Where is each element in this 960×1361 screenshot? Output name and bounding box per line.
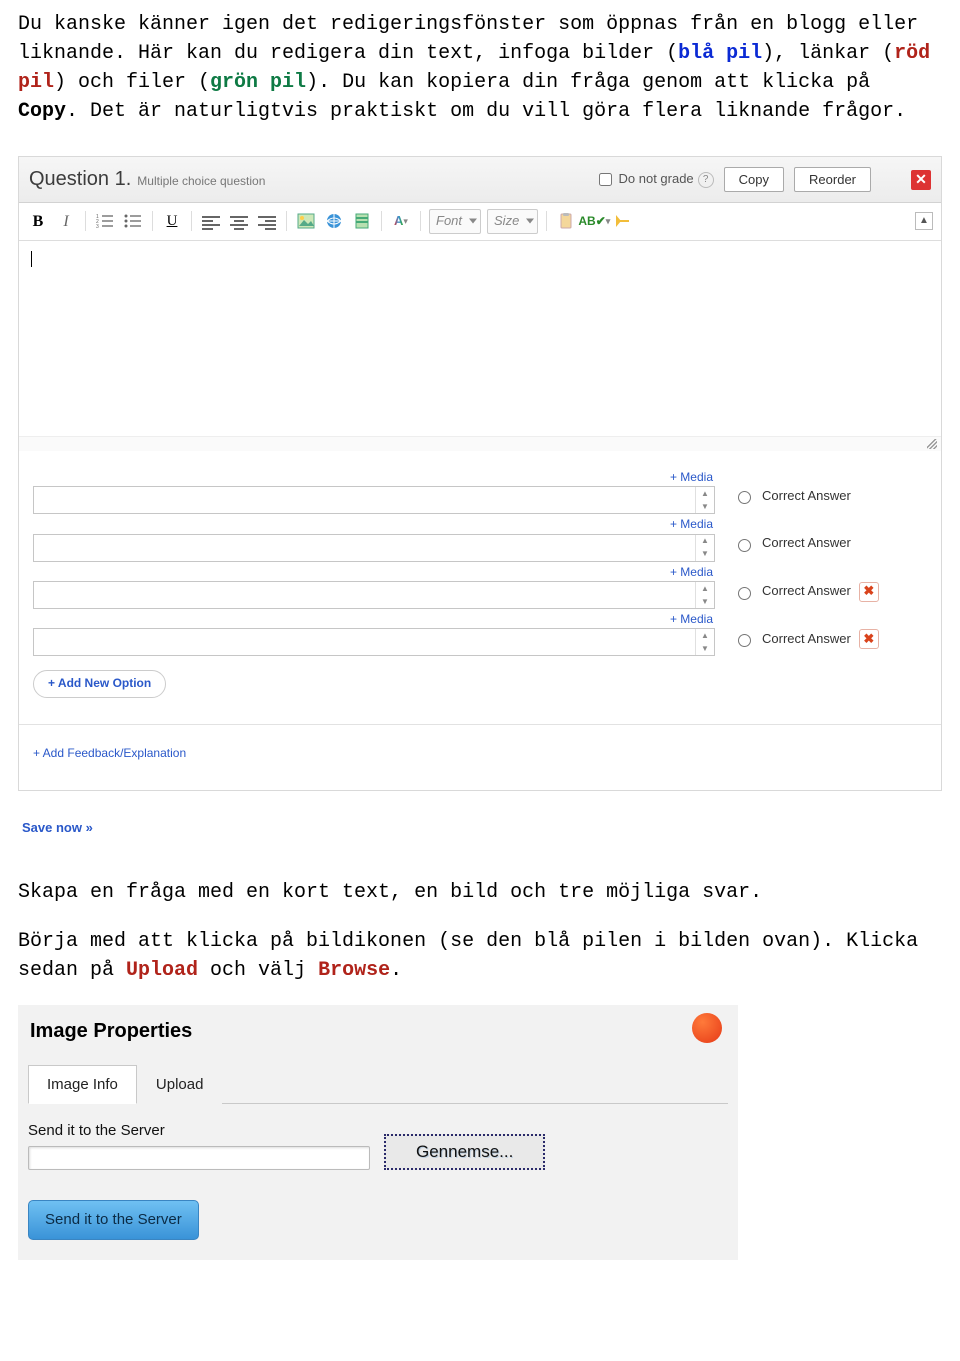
delete-option-button[interactable]: ✖: [859, 582, 879, 602]
link-button[interactable]: [323, 210, 345, 232]
add-media-link[interactable]: + Media: [33, 469, 713, 486]
paragraph-create-question: Skapa en fråga med en kort text, en bild…: [18, 878, 942, 907]
correct-answer-radio[interactable]: [738, 539, 751, 552]
answer-options-zone: + Media ▲▼ Correct Answer + Media ▲▼ Cor…: [19, 451, 941, 790]
image-properties-dialog: Image Properties Image Info Upload Send …: [18, 1005, 738, 1260]
intro-paragraph: Du kanske känner igen det redigeringsfön…: [18, 10, 942, 126]
arrow-down-icon[interactable]: ▼: [696, 595, 714, 608]
size-select-label: Size: [494, 213, 519, 228]
add-media-link[interactable]: + Media: [33, 516, 713, 533]
add-media-link[interactable]: + Media: [33, 564, 713, 581]
arrow-down-icon[interactable]: ▼: [696, 642, 714, 655]
italic-button[interactable]: I: [55, 210, 77, 232]
copy-button[interactable]: Copy: [724, 167, 784, 192]
correct-answer-radio[interactable]: [738, 491, 751, 504]
font-select[interactable]: Font: [429, 209, 481, 234]
editor-textarea[interactable]: [19, 241, 941, 436]
tab-upload[interactable]: Upload: [137, 1065, 223, 1105]
intro-copy-label: Copy: [18, 100, 66, 123]
answer-option-row: + Media ▲▼ Correct Answer: [33, 516, 927, 561]
arrow-up-icon[interactable]: ▲: [696, 535, 714, 548]
question-editor-panel: Question 1. Multiple choice question Do …: [18, 156, 942, 791]
file-button[interactable]: [351, 210, 373, 232]
p3-text-3: .: [390, 959, 402, 982]
spellcheck-button[interactable]: AB✔▾: [583, 210, 605, 232]
question-number: Question 1.: [29, 165, 131, 194]
close-icon[interactable]: ✕: [911, 170, 931, 190]
do-not-grade-input[interactable]: [599, 173, 612, 186]
correct-answer-radio[interactable]: [738, 587, 751, 600]
align-right-button[interactable]: [256, 210, 278, 232]
chevron-down-icon: [469, 219, 477, 224]
answer-input[interactable]: ▲▼: [33, 534, 715, 562]
arrow-down-icon[interactable]: ▼: [696, 548, 714, 561]
send-to-server-button[interactable]: Send it to the Server: [28, 1200, 199, 1240]
text-color-button[interactable]: A▾: [390, 210, 412, 232]
unordered-list-button[interactable]: [122, 210, 144, 232]
do-not-grade-label: Do not grade: [619, 170, 694, 189]
correct-answer-radio[interactable]: [738, 634, 751, 647]
intro-text-4: ). Du kan kopiera din fråga genom att kl…: [306, 71, 870, 94]
align-center-button[interactable]: [228, 210, 250, 232]
paragraph-image-steps: Börja med att klicka på bildikonen (se d…: [18, 927, 942, 985]
intro-blue-arrow-label: blå pil: [678, 42, 762, 65]
arrow-up-icon[interactable]: ▲: [696, 582, 714, 595]
do-not-grade-checkbox[interactable]: Do not grade ?: [595, 170, 714, 189]
add-new-option-button[interactable]: + Add New Option: [33, 670, 166, 697]
tab-image-info[interactable]: Image Info: [28, 1065, 137, 1105]
answer-option-row: + Media ▲▼ Correct Answer ✖: [33, 611, 927, 656]
answer-input[interactable]: ▲▼: [33, 486, 715, 514]
svg-text:3: 3: [96, 224, 99, 229]
correct-answer-label: Correct Answer: [762, 630, 851, 649]
dialog-title: Image Properties: [28, 1011, 728, 1064]
equation-button[interactable]: [611, 210, 633, 232]
intro-text-5: . Det är naturligtvis praktiskt om du vi…: [66, 100, 906, 123]
question-type-label: Multiple choice question: [137, 173, 265, 190]
send-to-server-label: Send it to the Server: [28, 1120, 370, 1142]
editor-resize-handle[interactable]: [19, 436, 941, 451]
feedback-row: + Add Feedback/Explanation: [19, 724, 941, 780]
text-cursor: [31, 251, 32, 267]
bold-button[interactable]: B: [27, 210, 49, 232]
intro-text-2: ), länkar (: [762, 42, 894, 65]
ordered-list-button[interactable]: 123: [94, 210, 116, 232]
p3-text-2: och välj: [198, 959, 318, 982]
correct-answer-label: Correct Answer: [762, 534, 851, 553]
arrow-up-icon[interactable]: ▲: [696, 629, 714, 642]
dialog-close-icon[interactable]: [692, 1013, 722, 1043]
collapse-toolbar-button[interactable]: ▲: [915, 212, 933, 230]
add-media-link[interactable]: + Media: [33, 611, 713, 628]
answer-input[interactable]: ▲▼: [33, 628, 715, 656]
correct-answer-label: Correct Answer: [762, 582, 851, 601]
reorder-button[interactable]: Reorder: [794, 167, 871, 192]
size-select[interactable]: Size: [487, 209, 538, 234]
p3-browse-label: Browse: [318, 959, 390, 982]
p3-upload-label: Upload: [126, 959, 198, 982]
underline-button[interactable]: U: [161, 210, 183, 232]
intro-green-arrow-label: grön pil: [210, 71, 306, 94]
question-title: Question 1. Multiple choice question: [29, 165, 265, 194]
answer-option-row: + Media ▲▼ Correct Answer: [33, 469, 927, 514]
question-header: Question 1. Multiple choice question Do …: [19, 157, 941, 203]
answer-option-row: + Media ▲▼ Correct Answer ✖: [33, 564, 927, 609]
correct-answer-label: Correct Answer: [762, 487, 851, 506]
add-feedback-link[interactable]: + Add Feedback/Explanation: [33, 746, 186, 760]
align-left-button[interactable]: [200, 210, 222, 232]
answer-input[interactable]: ▲▼: [33, 581, 715, 609]
arrow-up-icon[interactable]: ▲: [696, 487, 714, 500]
image-button[interactable]: [295, 210, 317, 232]
chevron-down-icon: [526, 219, 534, 224]
help-icon[interactable]: ?: [698, 172, 714, 188]
delete-option-button[interactable]: ✖: [859, 629, 879, 649]
dialog-tabs: Image Info Upload: [28, 1064, 728, 1105]
save-now-link[interactable]: Save now »: [22, 819, 938, 838]
arrow-down-icon[interactable]: ▼: [696, 500, 714, 513]
file-path-input[interactable]: [28, 1146, 370, 1170]
intro-text-3: ) och filer (: [54, 71, 210, 94]
paste-button[interactable]: [555, 210, 577, 232]
font-select-label: Font: [436, 213, 462, 228]
editor-toolbar: B I 123 U A▾: [19, 203, 941, 241]
browse-button[interactable]: Gennemse...: [384, 1134, 545, 1171]
